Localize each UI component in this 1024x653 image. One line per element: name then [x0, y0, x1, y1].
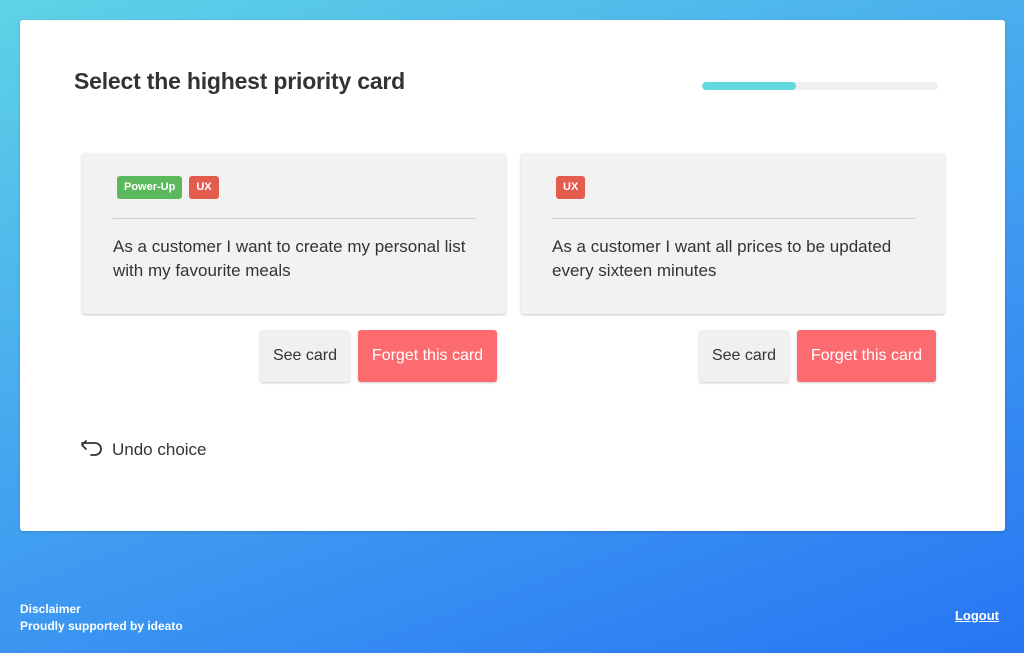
progress-bar [702, 82, 938, 90]
page-title: Select the highest priority card [74, 68, 406, 94]
logout-link[interactable]: Logout [955, 608, 999, 623]
footer: Disclaimer Proudly supported by ideato [20, 601, 183, 635]
undo-choice-button[interactable]: Undo choice [80, 437, 207, 462]
tag-power-up: Power-Up [117, 176, 183, 199]
priority-card-1[interactable]: Power-Up UX As a customer I want to crea… [82, 153, 506, 314]
card-tags: UX [556, 176, 586, 199]
card-divider [113, 218, 476, 219]
main-panel: Select the highest priority card Power-U… [20, 20, 1005, 531]
progress-fill [702, 82, 797, 90]
see-card-button-2[interactable]: See card [699, 330, 789, 382]
card-tags: Power-Up UX [117, 176, 219, 199]
card-text: As a customer I want to create my person… [113, 237, 466, 280]
tag-ux: UX [556, 176, 586, 199]
see-card-button-1[interactable]: See card [260, 330, 350, 382]
card-divider [552, 218, 915, 219]
card-text: As a customer I want all prices to be up… [552, 237, 892, 280]
supported-by-text: Proudly supported by ideato [20, 619, 183, 633]
tag-ux: UX [189, 176, 219, 199]
disclaimer-link[interactable]: Disclaimer [20, 601, 183, 618]
forget-card-button-1[interactable]: Forget this card [358, 330, 497, 382]
undo-label: Undo choice [112, 439, 207, 459]
undo-arrow-icon [80, 437, 104, 462]
forget-card-button-2[interactable]: Forget this card [797, 330, 936, 382]
priority-card-2[interactable]: UX As a customer I want all prices to be… [521, 153, 945, 314]
